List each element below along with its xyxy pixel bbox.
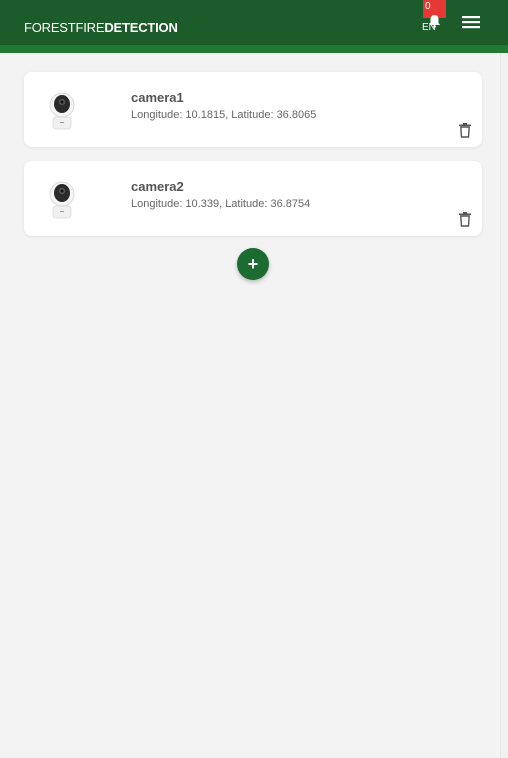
camera-card[interactable]: camera1 Longitude: 10.1815, Latitude: 36… bbox=[24, 72, 482, 147]
camera-coordinates: Longitude: 10.1815, Latitude: 36.8065 bbox=[131, 109, 317, 121]
plus-icon: + bbox=[247, 254, 259, 274]
hamburger-menu-button[interactable] bbox=[460, 13, 482, 31]
header-accent-stripe bbox=[0, 45, 508, 53]
notifications-button[interactable]: 0 EN bbox=[421, 0, 447, 34]
trash-icon[interactable] bbox=[458, 211, 472, 227]
camera-card[interactable]: camera2 Longitude: 10.339, Latitude: 36.… bbox=[24, 161, 482, 236]
camera-image bbox=[49, 92, 75, 130]
camera-name: camera1 bbox=[131, 90, 184, 105]
top-navbar: FORESTFIREDETECTION 0 EN bbox=[0, 0, 508, 45]
scrollbar[interactable] bbox=[500, 53, 508, 758]
camera-name: camera2 bbox=[131, 179, 184, 194]
app: FORESTFIREDETECTION 0 EN camera1 Longitu… bbox=[0, 0, 508, 758]
camera-image bbox=[49, 181, 75, 219]
brand-text-light: FORESTFIRE bbox=[24, 20, 105, 35]
trash-icon[interactable] bbox=[458, 122, 472, 138]
brand-text-bold: DETECTION bbox=[104, 20, 178, 35]
camera-coordinates: Longitude: 10.339, Latitude: 36.8754 bbox=[131, 198, 311, 210]
brand-logo[interactable]: FORESTFIREDETECTION bbox=[24, 20, 178, 35]
notification-label: EN bbox=[422, 22, 436, 33]
hamburger-menu-icon bbox=[462, 16, 480, 29]
add-camera-button[interactable]: + bbox=[237, 248, 269, 280]
camera-list: camera1 Longitude: 10.1815, Latitude: 36… bbox=[24, 72, 482, 250]
